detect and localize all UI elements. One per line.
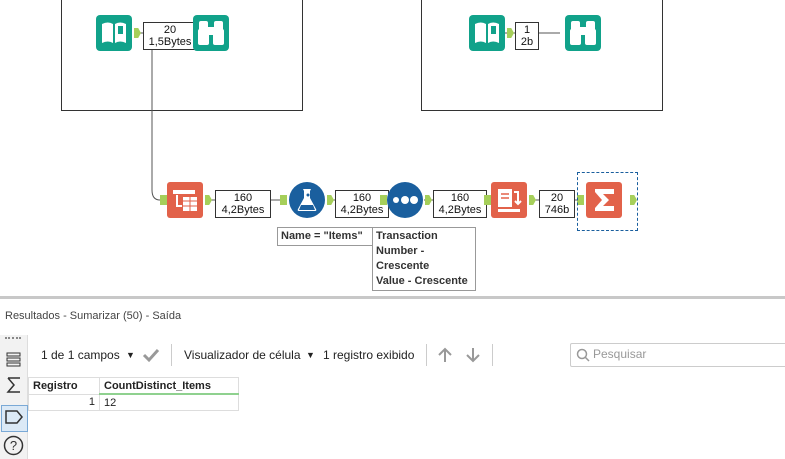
parse-columns-icon [167, 182, 203, 218]
results-title: Resultados - Sumarizar (50) - Saída [5, 310, 182, 322]
flask-icon [289, 182, 325, 218]
book-icon [96, 15, 132, 51]
arrow-down-icon[interactable] [464, 346, 482, 364]
search-input[interactable]: Pesquisar [570, 343, 785, 367]
input-anchor[interactable] [160, 195, 167, 205]
sigma-icon[interactable] [3, 375, 24, 396]
column-header-countdistinct[interactable]: CountDistinct_Items [99, 377, 239, 395]
help-icon[interactable]: ? [3, 435, 24, 456]
dots-icon [387, 182, 423, 218]
input-anchor[interactable] [484, 195, 491, 205]
text-to-columns-tool[interactable] [167, 182, 203, 218]
results-table: Registro CountDistinct_Items 1 12 [28, 377, 239, 411]
arrow-up-icon[interactable] [436, 346, 454, 364]
tag-icon[interactable] [3, 407, 24, 428]
sort-annotation: Transaction Number - Crescente Value - C… [372, 227, 476, 291]
results-panel-header: Resultados - Sumarizar (50) - Saída [0, 296, 785, 335]
record-count-label: 20 746b [539, 190, 575, 218]
list-icon[interactable] [3, 349, 24, 370]
unique-tool[interactable] [491, 182, 527, 218]
sort-tool[interactable] [386, 181, 423, 218]
divider [426, 344, 427, 366]
input-data-tool[interactable] [96, 15, 132, 51]
summarize-tool[interactable] [586, 182, 622, 218]
row-number: 1 [28, 393, 100, 411]
filter-tool[interactable] [288, 181, 325, 218]
book-icon [469, 15, 505, 51]
svg-text:?: ? [10, 438, 17, 453]
drag-grip[interactable] [5, 337, 21, 342]
binoculars-icon [193, 15, 229, 51]
cell-value[interactable]: 12 [99, 393, 239, 411]
unique-icon [491, 182, 527, 218]
chevron-down-icon[interactable]: ▼ [126, 350, 135, 360]
record-count-label: 160 4,2Bytes [433, 190, 487, 218]
sigma-icon [586, 182, 622, 218]
divider [171, 344, 172, 366]
record-count-label: 1 2b [515, 22, 539, 50]
record-count-label: 160 4,2Bytes [215, 190, 271, 218]
filter-annotation: Name = "Items" [277, 227, 373, 246]
browse-tool[interactable] [193, 15, 229, 51]
browse-tool-2[interactable] [565, 15, 601, 51]
column-header-registro[interactable]: Registro [28, 377, 100, 395]
record-count-label: 20 1,5Bytes [143, 22, 197, 50]
fields-selector[interactable]: 1 de 1 campos [41, 348, 120, 362]
records-shown-count: 1 registro exibido [323, 348, 415, 362]
chevron-down-icon[interactable]: ▼ [306, 350, 315, 360]
checkmark-icon[interactable] [142, 347, 160, 363]
input-anchor[interactable] [280, 195, 287, 205]
table-header-row: Registro CountDistinct_Items [28, 377, 239, 395]
workflow-canvas[interactable]: 20 1,5Bytes 1 2b 160 4,2Bytes 160 4,2Byt… [0, 0, 785, 296]
results-side-rail: ? [0, 335, 28, 459]
search-icon [576, 348, 590, 362]
divider [492, 344, 493, 366]
table-row[interactable]: 1 12 [28, 393, 239, 411]
cell-viewer-selector[interactable]: Visualizador de célula [184, 348, 301, 362]
binoculars-icon [565, 15, 601, 51]
search-placeholder: Pesquisar [593, 347, 647, 361]
input-data-tool-2[interactable] [469, 15, 505, 51]
